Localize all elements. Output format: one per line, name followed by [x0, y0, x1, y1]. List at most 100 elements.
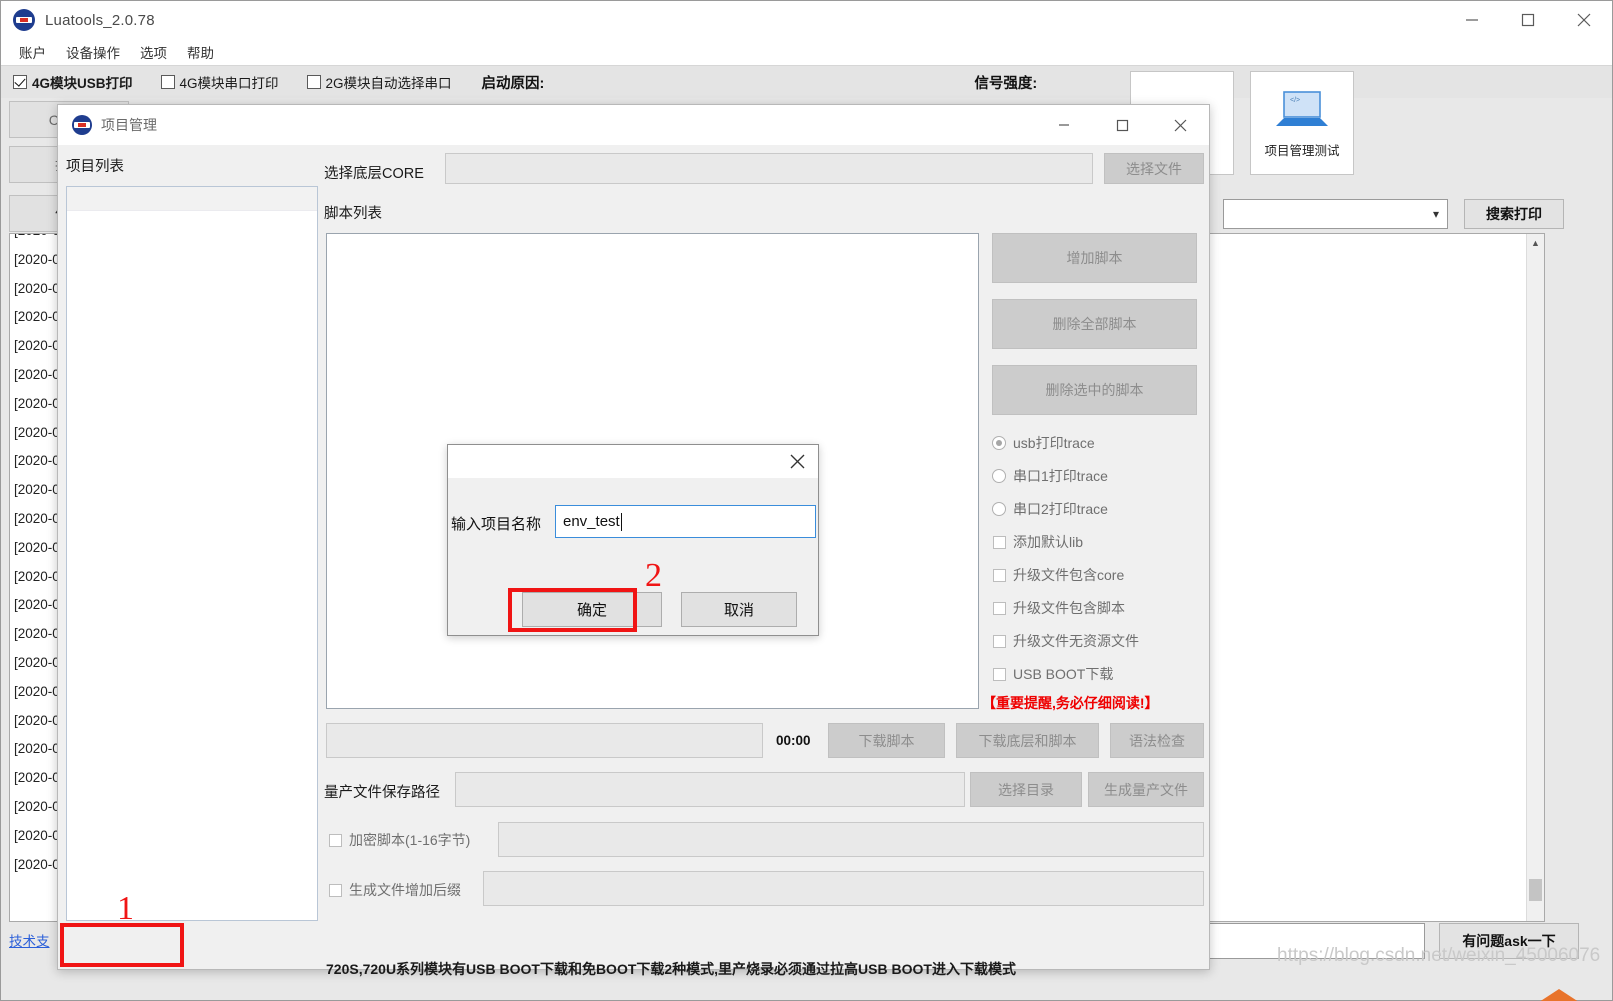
checkbox-add-default-lib[interactable]: 添加默认lib	[993, 532, 1083, 552]
checkbox-box	[993, 634, 1006, 648]
radio-mark	[992, 436, 1006, 450]
checkbox-box	[993, 568, 1006, 582]
svg-text:</>: </>	[1290, 97, 1300, 104]
scroll-up-icon[interactable]: ▲	[1527, 234, 1544, 252]
checkbox-upgrade-includes-core[interactable]: 升级文件包含core	[993, 565, 1124, 585]
close-icon[interactable]	[1556, 1, 1612, 39]
checkbox-box	[329, 833, 342, 847]
scroll-thumb[interactable]	[1529, 879, 1542, 901]
log-scrollbar[interactable]: ▲	[1526, 234, 1544, 921]
search-print-label: 搜索打印	[1486, 206, 1542, 222]
menu-item-device-ops[interactable]: 设备操作	[56, 40, 130, 64]
checkbox-box	[13, 75, 27, 89]
signal-strength-label: 信号强度:	[974, 75, 1038, 92]
radio-label: 串口2打印trace	[1013, 501, 1108, 517]
toolbar-strip: 4G模块USB打印 4G模块串口打印 2G模块自动选择串口 启动原因: 信号强度…	[1, 65, 1612, 98]
dialog-window-controls	[1035, 105, 1209, 145]
menu-item-options[interactable]: 选项	[130, 40, 177, 64]
checkbox-label: 升级文件无资源文件	[1013, 633, 1139, 649]
chevron-down-icon: ▾	[1432, 207, 1439, 221]
choose-file-button[interactable]: 选择文件	[1104, 153, 1204, 184]
download-script-label: 下载脚本	[858, 732, 915, 749]
window-controls	[1444, 1, 1612, 39]
checkbox-4g-serial-print[interactable]: 4G模块串口打印	[160, 72, 279, 92]
choose-directory-label: 选择目录	[998, 781, 1054, 798]
checkbox-box	[993, 601, 1006, 615]
download-core-and-script-label: 下载底层和脚本	[978, 732, 1077, 749]
project-name-label: 输入项目名称	[451, 516, 542, 533]
syntax-check-button[interactable]: 语法检查	[1110, 723, 1204, 758]
checkbox-label: 2G模块自动选择串口	[325, 76, 452, 91]
minimize-icon[interactable]	[1444, 1, 1500, 39]
search-print-button[interactable]: 搜索打印	[1464, 199, 1564, 229]
add-script-label: 增加脚本	[1066, 250, 1123, 266]
radio-usb-trace[interactable]: usb打印trace	[992, 433, 1095, 453]
encrypt-key-field[interactable]	[498, 822, 1204, 857]
checkbox-encrypt-script[interactable]: 加密脚本(1-16字节)	[329, 830, 470, 850]
annotation-number-2: 2	[645, 557, 662, 594]
modal-cancel-button[interactable]: 取消	[681, 592, 797, 627]
generate-mass-file-label: 生成量产文件	[1104, 781, 1188, 798]
delete-all-scripts-label: 删除全部脚本	[1052, 316, 1137, 332]
core-path-field[interactable]	[445, 153, 1093, 184]
generate-mass-file-button[interactable]: 生成量产文件	[1088, 772, 1204, 807]
project-name-value: env_test	[563, 513, 620, 530]
decorative-triangle	[1533, 989, 1585, 1001]
mass-path-label: 量产文件保存路径	[324, 785, 440, 801]
checkbox-generate-suffix[interactable]: 生成文件增加后缀	[329, 880, 461, 900]
search-combo[interactable]: ▾	[1223, 199, 1448, 229]
choose-file-label: 选择文件	[1126, 160, 1182, 177]
boot-reason-label: 启动原因:	[481, 75, 545, 92]
checkbox-box	[993, 667, 1006, 681]
radio-mark	[992, 469, 1006, 483]
radio-serial2-trace[interactable]: 串口2打印trace	[992, 499, 1108, 519]
mass-path-field[interactable]	[455, 772, 965, 807]
suffix-field[interactable]	[483, 871, 1204, 906]
support-link[interactable]: 技术支	[9, 930, 50, 950]
script-list-label: 脚本列表	[324, 206, 382, 222]
close-icon[interactable]	[1151, 105, 1209, 145]
delete-selected-script-button[interactable]: 删除选中的脚本	[992, 365, 1197, 415]
checkbox-upgrade-includes-script[interactable]: 升级文件包含脚本	[993, 598, 1125, 618]
important-note: 【重要提醒,务必仔细阅读!】	[982, 695, 1159, 711]
checkbox-label: 加密脚本(1-16字节)	[349, 832, 471, 848]
checkbox-2g-auto-serial[interactable]: 2G模块自动选择串口	[306, 72, 452, 92]
core-label: 选择底层CORE	[324, 166, 424, 182]
app-title: Luatools_2.0.78	[45, 11, 155, 29]
close-icon[interactable]	[776, 445, 818, 478]
delete-all-scripts-button[interactable]: 删除全部脚本	[992, 299, 1197, 349]
menu-item-account[interactable]: 账户	[9, 40, 56, 64]
download-core-and-script-button[interactable]: 下载底层和脚本	[956, 723, 1099, 758]
annotation-number-1: 1	[117, 890, 134, 927]
maximize-icon[interactable]	[1093, 105, 1151, 145]
radio-mark	[992, 502, 1006, 516]
checkbox-4g-usb-print[interactable]: 4G模块USB打印	[13, 72, 133, 92]
modal-cancel-label: 取消	[723, 602, 754, 619]
menu-item-help[interactable]: 帮助	[177, 40, 224, 64]
choose-directory-button[interactable]: 选择目录	[970, 772, 1082, 807]
radio-serial1-trace[interactable]: 串口1打印trace	[992, 466, 1108, 486]
minimize-icon[interactable]	[1035, 105, 1093, 145]
timer-text: 00:00	[776, 733, 811, 748]
checkbox-label: 生成文件增加后缀	[349, 882, 461, 898]
project-list-label: 项目列表	[66, 159, 124, 175]
radio-label: 串口1打印trace	[1013, 468, 1108, 484]
luatools-logo-icon	[13, 9, 35, 31]
tool-card-project-management-test[interactable]: </> 项目管理测试	[1250, 71, 1354, 175]
add-script-button[interactable]: 增加脚本	[992, 233, 1197, 283]
download-script-button[interactable]: 下载脚本	[828, 723, 945, 758]
footer-warning-note: 720S,720U系列模块有USB BOOT下载和免BOOT下载2种模式,里产烧…	[326, 961, 1016, 977]
laptop-code-icon: </>	[1276, 90, 1328, 126]
project-name-input[interactable]: env_test	[555, 505, 816, 538]
project-listbox[interactable]	[66, 186, 318, 921]
checkbox-label: 升级文件包含脚本	[1013, 600, 1125, 616]
delete-selected-script-label: 删除选中的脚本	[1045, 382, 1144, 398]
watermark-text: https://blog.csdn.net/weixin_45006076	[1277, 945, 1601, 966]
checkbox-upgrade-no-resource[interactable]: 升级文件无资源文件	[993, 631, 1139, 651]
checkbox-box	[160, 75, 175, 89]
checkbox-box	[329, 883, 342, 897]
checkbox-usb-boot-download[interactable]: USB BOOT下载	[993, 664, 1113, 684]
maximize-icon[interactable]	[1500, 1, 1556, 39]
syntax-check-label: 语法检查	[1129, 732, 1185, 749]
main-titlebar: Luatools_2.0.78	[1, 1, 1612, 39]
